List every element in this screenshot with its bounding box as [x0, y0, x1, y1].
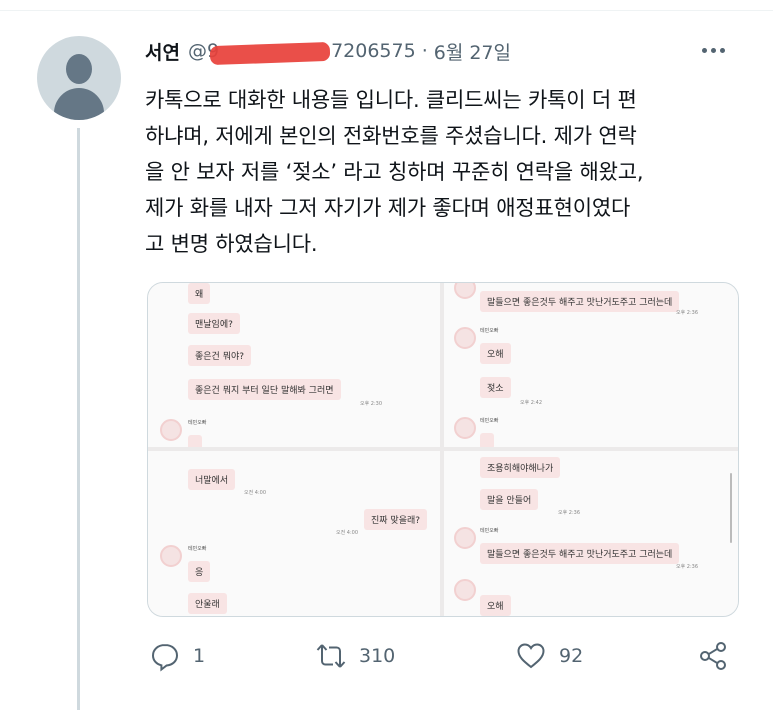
media-grid[interactable]: 왜 맨날임에? 좋은건 뭐야? 좋은건 뭐지 부터 일단 말해봐 그러면 오후 … — [147, 282, 739, 617]
like-icon — [517, 643, 545, 669]
avatar-body-shape — [54, 88, 104, 120]
text-line: 제가 화를 내자 그저 자기가 제가 좋다며 애정표현이였다 — [145, 196, 631, 220]
text-line: 하냐며, 저에게 본인의 전화번호를 주셨습니다. 제가 연락 — [145, 124, 637, 148]
avatar-head-shape — [66, 54, 92, 84]
share-button[interactable] — [697, 640, 729, 672]
chat-sender: 테민오빠 — [188, 546, 207, 552]
chat-bubble: 응 — [188, 561, 211, 582]
media-image-4[interactable]: 조용히해야해나가 말을 안들어 오후 2:36 테민오빠 말들으면 좋은것두 해… — [444, 451, 738, 616]
media-image-1[interactable]: 왜 맨날임에? 좋은건 뭐야? 좋은건 뭐지 부터 일단 말해봐 그러면 오후 … — [148, 283, 440, 447]
chat-bubble: 말을 안들어 — [480, 489, 539, 510]
chat-bubble: 오해 — [480, 595, 511, 616]
chat-bubble — [188, 435, 202, 447]
redaction-mark — [209, 41, 331, 66]
chat-sender: 테민오빠 — [480, 328, 499, 334]
retweet-button[interactable]: 310 — [315, 640, 395, 672]
chat-time: 오후 2:42 — [520, 400, 543, 406]
chat-time: 오전 4:00 — [244, 490, 267, 496]
reply-button[interactable]: 1 — [149, 640, 205, 672]
avatar[interactable] — [37, 36, 121, 120]
author-name[interactable]: 서연 — [145, 38, 180, 65]
chat-bubble: 오해 — [480, 343, 511, 364]
profile-icon — [454, 283, 476, 299]
chat-sender: 테민오빠 — [480, 418, 499, 424]
separator: · — [421, 40, 428, 62]
chat-bubble: 조용히해야해나가 — [480, 457, 561, 478]
scrollbar[interactable] — [730, 473, 732, 543]
chat-bubble: 왜 — [188, 283, 211, 304]
thread-line — [77, 128, 80, 710]
chat-sender: 테민오빠 — [188, 420, 207, 426]
top-divider — [0, 0, 773, 11]
chat-bubble: 맨날임에? — [188, 313, 240, 334]
chat-bubble: 너말에서 — [188, 469, 236, 490]
profile-icon — [160, 419, 182, 441]
reply-icon — [151, 643, 179, 672]
tweet-text: 카톡으로 대화한 내용들 입니다. 클리드씨는 카톡이 더 편 하냐며, 저에게… — [145, 82, 755, 262]
chat-time: 오후 2:36 — [676, 564, 699, 570]
media-image-3[interactable]: 너말에서 오전 4:00 진짜 맞을래? 오전 4:00 테민오빠 응 안울래 — [148, 451, 440, 616]
chat-bubble-sent: 진짜 맞을래? — [364, 509, 428, 530]
profile-icon — [454, 527, 476, 549]
retweet-count: 310 — [359, 645, 396, 667]
chat-time: 오후 2:36 — [558, 510, 581, 516]
chat-sender: 테민오빠 — [480, 528, 499, 534]
like-button[interactable]: 92 — [515, 640, 583, 672]
chat-time: 오후 2:36 — [676, 310, 699, 316]
chat-time: 오전 4:00 — [336, 530, 359, 536]
tweet-header: 서연 @9 7206575 · 6월 27일 — [145, 36, 511, 66]
text-line: 을 안 보자 저를 ‘젖소’ 라고 칭하며 꾸준히 연락을 해왔고, — [145, 160, 644, 184]
retweet-icon — [316, 644, 346, 668]
chat-bubble: 좋은건 뭐야? — [188, 345, 252, 366]
profile-icon — [160, 545, 182, 567]
profile-icon — [454, 327, 476, 349]
chat-bubble: 안울래 — [188, 593, 227, 614]
tweet-actions: 1 310 92 — [145, 640, 745, 684]
chat-bubble: 젖소 — [480, 377, 511, 398]
chat-bubble: 좋은건 뭐지 부터 일단 말해봐 그러면 — [188, 379, 341, 400]
like-count: 92 — [559, 645, 584, 667]
profile-icon — [454, 579, 476, 601]
media-image-2[interactable]: 말들으면 좋은것두 해주고 맛난거도주고 그러는데 오후 2:36 테민오빠 오… — [444, 283, 738, 447]
author-handle[interactable]: @9 7206575 — [188, 40, 416, 66]
tweet-date[interactable]: 6월 27일 — [434, 38, 511, 65]
chat-bubble: 말들으면 좋은것두 해주고 맛난거도주고 그러는데 — [480, 291, 680, 312]
text-line: 고 변명 하였습니다. — [145, 232, 318, 256]
profile-icon — [454, 417, 476, 439]
text-line: 카톡으로 대화한 내용들 입니다. 클리드씨는 카톡이 더 편 — [145, 88, 637, 112]
chat-bubble — [480, 433, 494, 447]
chat-bubble: 말들으면 좋은것두 해주고 맛난거도주고 그러는데 — [480, 543, 680, 564]
share-icon — [700, 642, 726, 670]
more-icon[interactable] — [702, 48, 725, 53]
reply-count: 1 — [193, 645, 206, 667]
chat-time: 오후 2:30 — [360, 401, 383, 407]
